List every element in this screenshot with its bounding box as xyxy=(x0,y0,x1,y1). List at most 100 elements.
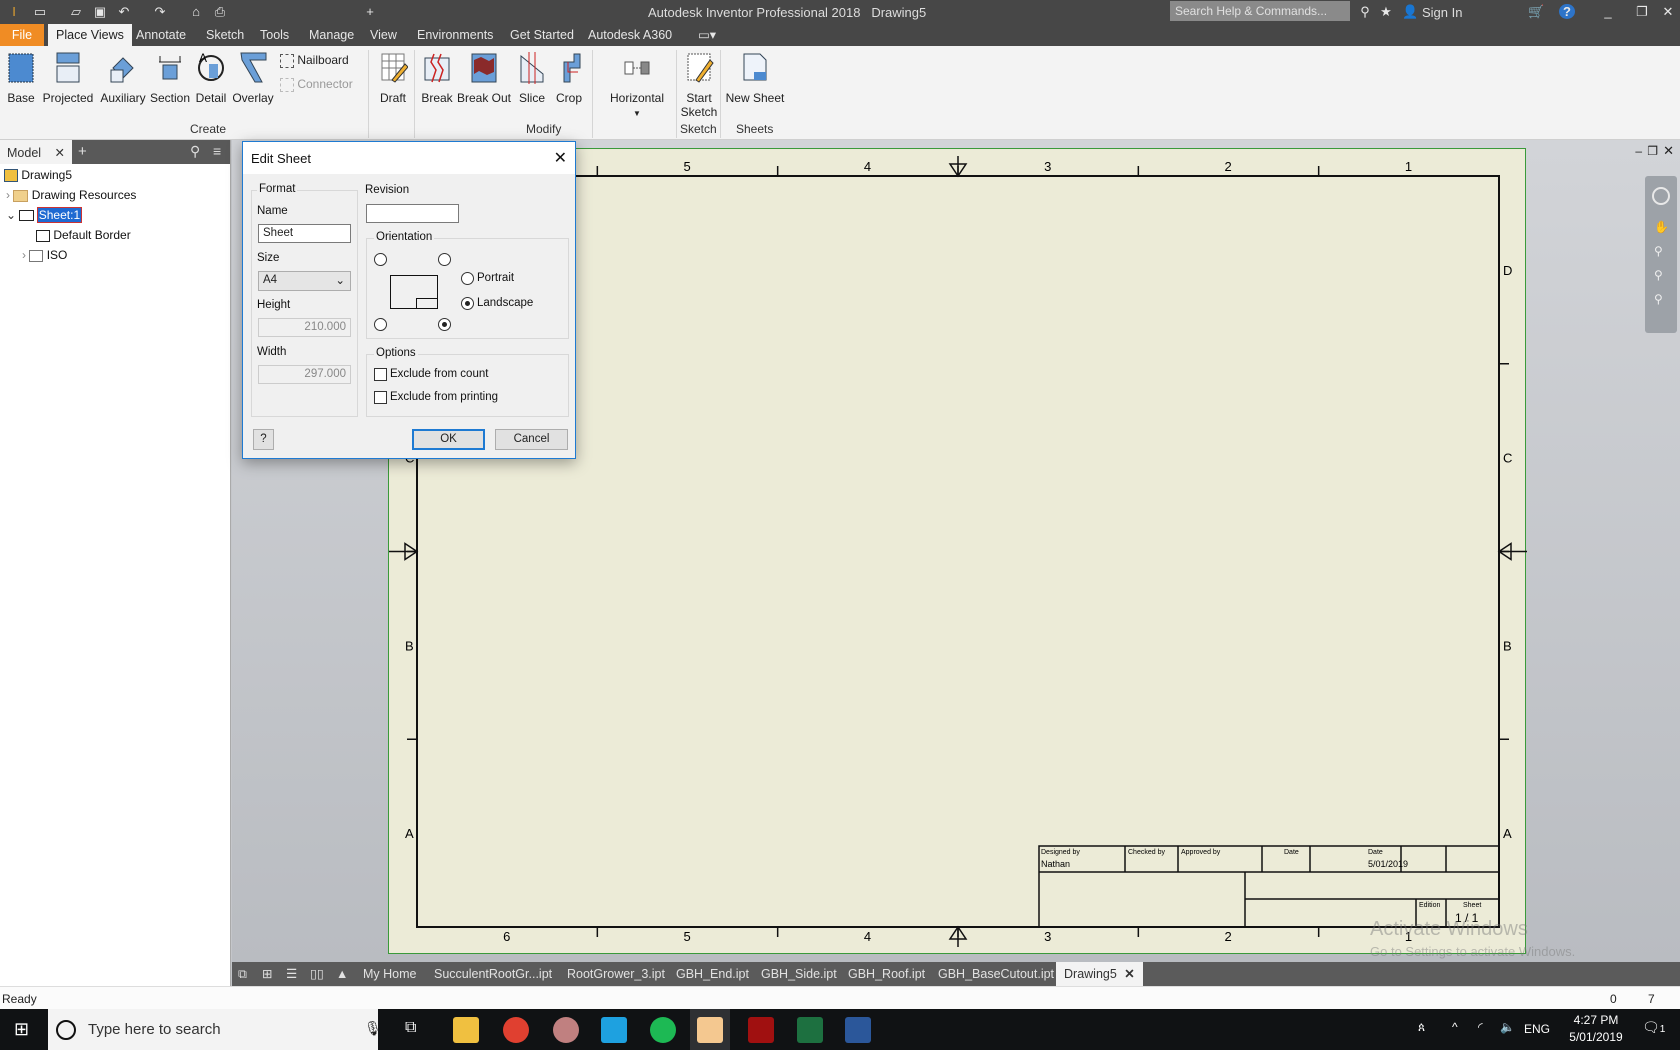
zoom-window-icon[interactable]: ⚲ xyxy=(1654,268,1663,282)
section-button[interactable]: Section xyxy=(149,50,191,105)
cancel-button[interactable]: Cancel xyxy=(495,429,568,450)
file-explorer-icon[interactable] xyxy=(453,1017,479,1043)
tree-item-sheet[interactable]: ⌄ Sheet:1 xyxy=(6,206,83,224)
revision-input[interactable] xyxy=(366,204,459,223)
menu-icon[interactable]: ≡ xyxy=(213,143,221,159)
tab-view[interactable]: View xyxy=(362,24,405,46)
canvas-close-icon[interactable]: ✕ xyxy=(1663,143,1674,159)
tab-file[interactable]: File xyxy=(0,24,44,46)
tree-item-drawing-resources[interactable]: › Drawing Resources xyxy=(6,186,136,204)
pan-icon[interactable]: ✋ xyxy=(1654,220,1669,234)
doc-tab[interactable]: SucculentRootGr...ipt xyxy=(434,962,552,986)
tab-place-views[interactable]: Place Views xyxy=(48,24,132,46)
tab-get-started[interactable]: Get Started xyxy=(502,24,582,46)
taskbar-search-input[interactable]: Type here to search xyxy=(88,1021,221,1038)
notifications-icon[interactable]: 🗨1 xyxy=(1642,1019,1665,1036)
plus-icon[interactable]: + xyxy=(362,4,378,19)
clock[interactable]: 4:27 PM 5/01/2019 xyxy=(1568,1013,1624,1044)
restore-icon[interactable]: ❐ xyxy=(1634,4,1650,19)
cart-icon[interactable]: 🛒 xyxy=(1528,4,1544,19)
search-help-input[interactable]: Search Help & Commands... xyxy=(1170,1,1350,21)
chrome-icon[interactable] xyxy=(503,1017,529,1043)
chevron-up-icon[interactable]: ^ xyxy=(1452,1020,1458,1034)
doc-tab[interactable]: GBH_Side.ipt xyxy=(761,962,837,986)
slice-button[interactable]: Slice xyxy=(516,50,548,105)
steering-wheel-icon[interactable] xyxy=(1652,187,1670,205)
triangle-up-icon[interactable]: ▲ xyxy=(336,962,348,986)
volume-icon[interactable]: 🔈 xyxy=(1500,1020,1515,1034)
spotify-icon[interactable] xyxy=(650,1017,676,1043)
overlay-button[interactable]: Overlay xyxy=(231,50,275,105)
corner-bottom-left-radio[interactable] xyxy=(374,318,387,331)
new-sheet-button[interactable]: New Sheet xyxy=(724,50,786,105)
detail-button[interactable]: A Detail xyxy=(193,50,229,105)
save-icon[interactable]: ▣ xyxy=(92,4,108,19)
tile-horizontal-icon[interactable]: ☰ xyxy=(286,962,297,986)
size-select[interactable]: A4 ⌄ xyxy=(258,271,351,291)
task-view-icon[interactable]: ⧉ xyxy=(405,1019,416,1037)
cura-icon[interactable] xyxy=(601,1017,627,1043)
add-tab-icon[interactable]: + xyxy=(78,143,87,160)
canvas-restore-icon[interactable]: ❐ xyxy=(1647,144,1658,158)
redo-icon[interactable]: ↷ xyxy=(152,4,168,19)
draft-button[interactable]: Draft xyxy=(376,50,410,105)
base-button[interactable]: Base xyxy=(4,50,38,105)
new-icon[interactable]: ▭ xyxy=(32,4,48,19)
doc-tab[interactable]: GBH_BaseCutout.ipt xyxy=(938,962,1054,986)
close-icon[interactable]: ✕ xyxy=(1660,4,1676,19)
tab-manage[interactable]: Manage xyxy=(301,24,362,46)
people-icon[interactable]: ጰ xyxy=(1418,1020,1425,1035)
name-input[interactable]: Sheet xyxy=(258,224,351,243)
open-icon[interactable]: ▱ xyxy=(68,4,84,19)
windows-start-icon[interactable]: ⊞ xyxy=(14,1019,29,1040)
zoom-icon[interactable]: ⚲ xyxy=(1654,244,1663,258)
undo-icon[interactable]: ↶ xyxy=(116,4,132,19)
communication-icon[interactable]: ⚲ xyxy=(1357,4,1373,19)
help-button[interactable]: ? xyxy=(253,429,274,450)
start-sketch-button[interactable]: Start Sketch xyxy=(680,50,718,119)
nailboard-button[interactable]: Nailboard xyxy=(280,53,349,68)
width-input[interactable]: 297.000 xyxy=(258,365,351,384)
tab-environments[interactable]: Environments xyxy=(409,24,501,46)
exclude-from-count-checkbox[interactable] xyxy=(374,368,387,381)
tab-annotate[interactable]: Annotate xyxy=(128,24,194,46)
break-out-button[interactable]: Break Out xyxy=(456,50,512,105)
landscape-radio[interactable] xyxy=(461,297,474,310)
taskbar-search-box[interactable]: Type here to search 🎙 xyxy=(48,1009,382,1050)
home-icon[interactable]: ⌂ xyxy=(188,4,204,19)
corner-top-right-radio[interactable] xyxy=(438,253,451,266)
snipping-tool-icon[interactable] xyxy=(553,1017,579,1043)
favorites-star-icon[interactable]: ★ xyxy=(1378,4,1394,19)
print-icon[interactable]: ⎙ xyxy=(212,4,228,19)
doc-tab[interactable]: GBH_Roof.ipt xyxy=(848,962,925,986)
auxiliary-button[interactable]: Auxiliary xyxy=(97,50,149,105)
zoom-all-icon[interactable]: ⚲ xyxy=(1654,292,1663,306)
acrobat-icon[interactable] xyxy=(748,1017,774,1043)
close-icon[interactable]: ✕ xyxy=(1124,967,1134,981)
tab-sketch[interactable]: Sketch xyxy=(198,24,252,46)
projected-button[interactable]: Projected xyxy=(42,50,94,105)
excel-icon[interactable] xyxy=(797,1017,823,1043)
portrait-radio[interactable] xyxy=(461,272,474,285)
tree-item-iso[interactable]: › ISO xyxy=(22,246,67,264)
word-icon[interactable] xyxy=(845,1017,871,1043)
doc-tab[interactable]: RootGrower_3.ipt xyxy=(567,962,665,986)
doc-tab[interactable]: GBH_End.ipt xyxy=(676,962,749,986)
corner-top-left-radio[interactable] xyxy=(374,253,387,266)
wifi-icon[interactable]: ◜ xyxy=(1478,1020,1483,1034)
exclude-from-printing-checkbox[interactable] xyxy=(374,391,387,404)
doc-tab[interactable]: My Home xyxy=(363,962,416,986)
close-icon[interactable]: ✕ xyxy=(554,148,567,168)
tab-autodesk-a360[interactable]: Autodesk A360 xyxy=(580,24,680,46)
tile-vertical-icon[interactable]: ▯▯ xyxy=(310,962,324,986)
tree-item-drawing[interactable]: Drawing5 xyxy=(4,166,72,184)
tab-tools[interactable]: Tools xyxy=(252,24,297,46)
tab-model[interactable]: Model ✕ xyxy=(0,140,72,164)
height-input[interactable]: 210.000 xyxy=(258,318,351,337)
search-icon[interactable]: ⚲ xyxy=(190,143,200,160)
horizontal-button[interactable]: Horizontal ▼ xyxy=(604,50,670,121)
connector-button[interactable]: Connector xyxy=(280,77,353,92)
corner-bottom-right-radio[interactable] xyxy=(438,318,451,331)
doc-tab-active[interactable]: Drawing5 ✕ xyxy=(1056,962,1143,986)
canvas-minimize-icon[interactable]: – xyxy=(1635,144,1642,158)
